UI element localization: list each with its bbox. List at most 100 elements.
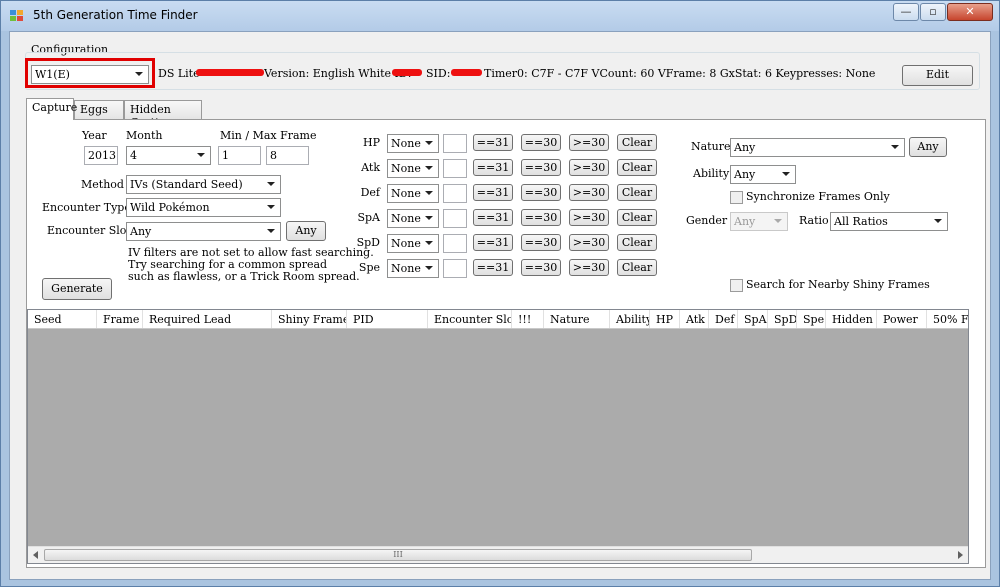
encounter-type-select[interactable]: Wild Pokémon [126,198,281,217]
column-header[interactable]: Ability [610,310,650,328]
gender-label: Gender [686,214,728,227]
encounter-slot-any-button[interactable]: Any [286,221,326,241]
close-button[interactable]: ✕ [947,3,993,21]
iv-row-spe: Spe None ==31 ==30 >=30 Clear [347,259,657,281]
window-title: 5th Generation Time Finder [33,8,198,22]
horizontal-scrollbar[interactable]: III [28,546,968,563]
iv-eq31-button[interactable]: ==31 [473,184,513,201]
iv-stat-label: SpD [356,236,380,249]
shiny-checkbox[interactable] [730,279,743,292]
redaction-mark [196,69,264,76]
column-header[interactable]: Spe [797,310,826,328]
column-header[interactable]: Required Lead [143,310,272,328]
column-header[interactable]: HP [650,310,680,328]
iv-clear-button[interactable]: Clear [617,134,657,151]
column-header[interactable]: Encounter Slot [428,310,512,328]
column-header[interactable]: SpD [768,310,797,328]
iv-ge30-button[interactable]: >=30 [569,209,609,226]
iv-compare-select[interactable]: None [387,259,439,278]
scroll-right-icon[interactable] [958,551,963,559]
iv-ge30-button[interactable]: >=30 [569,259,609,276]
nature-any-button[interactable]: Any [909,137,947,157]
ability-select[interactable]: Any [730,165,796,184]
iv-compare-select[interactable]: None [387,234,439,253]
month-label: Month [126,129,163,142]
nature-select[interactable]: Any [730,138,905,157]
iv-value-input[interactable] [443,159,467,178]
iv-ge30-button[interactable]: >=30 [569,159,609,176]
title-bar[interactable]: 5th Generation Time Finder — ▫ ✕ [1,1,999,31]
edit-button[interactable]: Edit [902,65,973,86]
iv-clear-button[interactable]: Clear [617,159,657,176]
chevron-down-icon [425,141,433,145]
iv-value-input[interactable] [443,234,467,253]
iv-eq31-button[interactable]: ==31 [473,259,513,276]
iv-eq30-button[interactable]: ==30 [521,159,561,176]
iv-compare-select[interactable]: None [387,134,439,153]
max-frame-input[interactable]: 8 [266,146,309,165]
shiny-label: Search for Nearby Shiny Frames [746,278,930,291]
iv-compare-select[interactable]: None [387,159,439,178]
iv-eq31-button[interactable]: ==31 [473,209,513,226]
column-header[interactable]: Seed [28,310,97,328]
iv-compare-select[interactable]: None [387,184,439,203]
column-header[interactable]: Shiny Frame [272,310,347,328]
tab-capture[interactable]: Capture [26,98,77,120]
generate-button[interactable]: Generate [42,278,112,300]
iv-ge30-button[interactable]: >=30 [569,234,609,251]
column-header[interactable]: PID [347,310,428,328]
iv-eq30-button[interactable]: ==30 [521,184,561,201]
chevron-down-icon [782,172,790,176]
iv-ge30-button[interactable]: >=30 [569,184,609,201]
column-header[interactable]: Frame [97,310,143,328]
iv-clear-button[interactable]: Clear [617,184,657,201]
iv-eq31-button[interactable]: ==31 [473,159,513,176]
iv-eq30-button[interactable]: ==30 [521,134,561,151]
iv-value-input[interactable] [443,259,467,278]
iv-eq30-button[interactable]: ==30 [521,209,561,226]
iv-clear-button[interactable]: Clear [617,209,657,226]
iv-ge30-button[interactable]: >=30 [569,134,609,151]
column-header[interactable]: Atk [680,310,709,328]
sync-checkbox[interactable] [730,191,743,204]
iv-eq31-button[interactable]: ==31 [473,234,513,251]
iv-value-input[interactable] [443,134,467,153]
column-header[interactable]: Hidden [826,310,877,328]
iv-eq31-button[interactable]: ==31 [473,134,513,151]
ratio-value: All Ratios [834,215,888,228]
iv-compare-select[interactable]: None [387,209,439,228]
iv-row-def: Def None ==31 ==30 >=30 Clear [347,184,657,206]
gender-select[interactable]: Any [730,212,788,231]
app-window: 5th Generation Time Finder — ▫ ✕ Configu… [0,0,1000,587]
month-select[interactable]: 4 [126,146,211,165]
iv-compare-value: None [391,162,421,175]
encounter-slot-select[interactable]: Any [126,222,281,241]
ds-label: DS Lite [158,67,200,80]
tab-hidden-grotto[interactable]: Hidden Grotto [124,100,202,129]
column-header[interactable]: Power [877,310,927,328]
min-frame-input[interactable]: 1 [218,146,261,165]
chevron-down-icon [267,205,275,209]
iv-clear-button[interactable]: Clear [617,234,657,251]
scroll-thumb[interactable]: III [44,549,752,561]
ratio-select[interactable]: All Ratios [830,212,948,231]
minimize-button[interactable]: — [893,3,919,21]
column-header[interactable]: Nature [544,310,610,328]
frame-label: Min / Max Frame [220,129,317,142]
column-header[interactable]: Def [709,310,738,328]
iv-value-input[interactable] [443,184,467,203]
iv-eq30-button[interactable]: ==30 [521,234,561,251]
scroll-left-icon[interactable] [33,551,38,559]
method-select[interactable]: IVs (Standard Seed) [126,175,281,194]
iv-eq30-button[interactable]: ==30 [521,259,561,276]
year-label: Year [82,129,107,142]
column-header[interactable]: !!! [512,310,544,328]
maximize-button[interactable]: ▫ [920,3,946,21]
column-header[interactable]: 50% F [927,310,968,328]
results-grid[interactable]: Seed Frame Required Lead Shiny Frame PID… [27,309,969,564]
iv-clear-button[interactable]: Clear [617,259,657,276]
year-input[interactable]: 2013 [84,146,118,165]
iv-value-input[interactable] [443,209,467,228]
column-header[interactable]: SpA [738,310,768,328]
tab-eggs[interactable]: Eggs [74,100,124,119]
